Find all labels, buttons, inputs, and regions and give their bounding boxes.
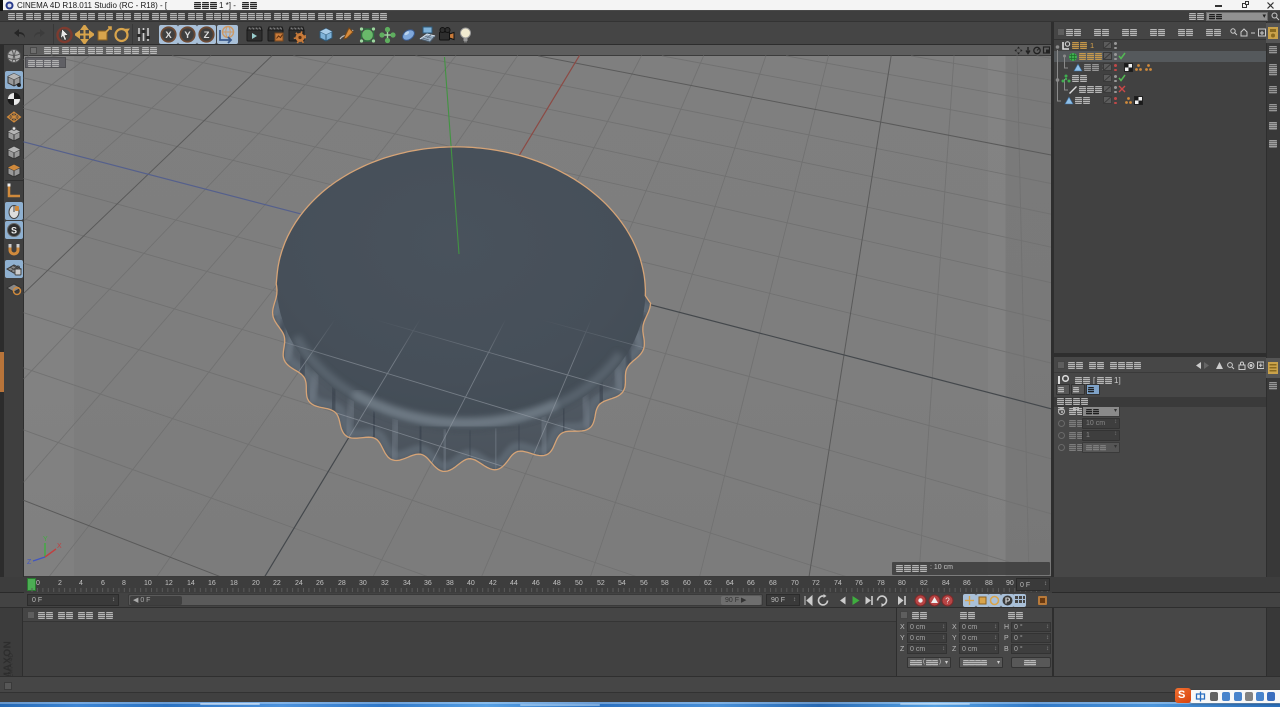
svg-text:P: P bbox=[1005, 597, 1011, 606]
svg-text:?: ? bbox=[945, 597, 950, 606]
svg-text:Y: Y bbox=[43, 536, 48, 543]
svg-text:Z: Z bbox=[27, 559, 32, 566]
svg-text:X: X bbox=[57, 543, 62, 550]
